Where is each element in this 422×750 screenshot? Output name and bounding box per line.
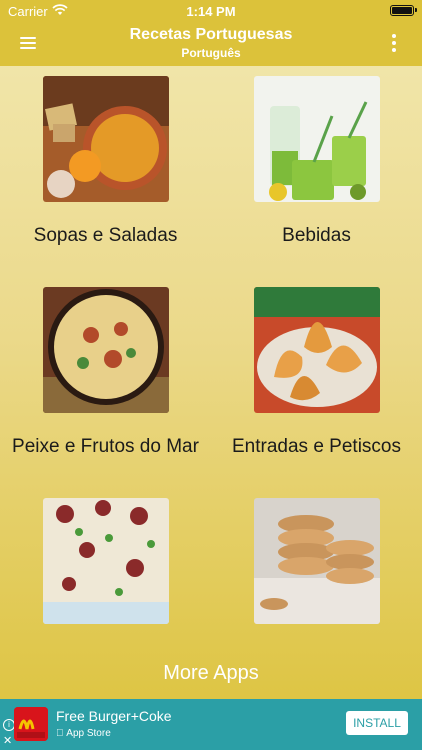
apple-icon:  bbox=[56, 728, 64, 739]
mcdelivery-logo bbox=[14, 707, 48, 741]
cookies-photo[interactable] bbox=[253, 498, 380, 624]
rice-sausage-photo[interactable] bbox=[42, 498, 169, 624]
battery-icon bbox=[390, 5, 417, 16]
more-apps-link[interactable]: More Apps bbox=[0, 662, 422, 685]
croquettes-photo[interactable] bbox=[253, 287, 380, 413]
app-store-label:  App Store bbox=[56, 728, 111, 739]
seafood-pan-photo[interactable] bbox=[42, 287, 169, 413]
category-desserts[interactable] bbox=[211, 498, 422, 647]
category-label: Sopas e Saladas bbox=[33, 225, 178, 246]
green-drinks-photo[interactable] bbox=[253, 76, 380, 202]
clock: 1:14 PM bbox=[186, 4, 236, 19]
app-title: Recetas Portuguesas bbox=[129, 26, 293, 43]
language-label[interactable]: Português bbox=[0, 46, 422, 60]
ad-title: Free Burger+Coke bbox=[56, 708, 172, 724]
category-drinks[interactable]: Bebidas bbox=[211, 76, 422, 247]
category-fish-seafood[interactable]: Peixe e Frutos do Mar bbox=[0, 287, 211, 458]
category-label: Bebidas bbox=[282, 225, 351, 246]
category-label: Entradas e Petiscos bbox=[232, 436, 401, 457]
category-main-dishes[interactable] bbox=[0, 498, 211, 647]
close-icon[interactable]: ✕ bbox=[3, 734, 12, 747]
navigation-bar: Recetas Portuguesas Português bbox=[0, 22, 422, 66]
ad-banner[interactable]: i ✕ Free Burger+Coke  App Store INSTALL bbox=[0, 699, 422, 750]
category-label: Peixe e Frutos do Mar bbox=[12, 436, 199, 457]
soup-bowl-photo[interactable] bbox=[42, 76, 169, 202]
status-bar: Carrier 1:14 PM bbox=[0, 0, 422, 22]
category-starters-snacks[interactable]: Entradas e Petiscos bbox=[211, 287, 422, 458]
more-options-icon[interactable] bbox=[392, 34, 396, 55]
category-soups-salads[interactable]: Sopas e Saladas bbox=[0, 76, 211, 247]
install-button[interactable]: INSTALL bbox=[346, 711, 408, 735]
